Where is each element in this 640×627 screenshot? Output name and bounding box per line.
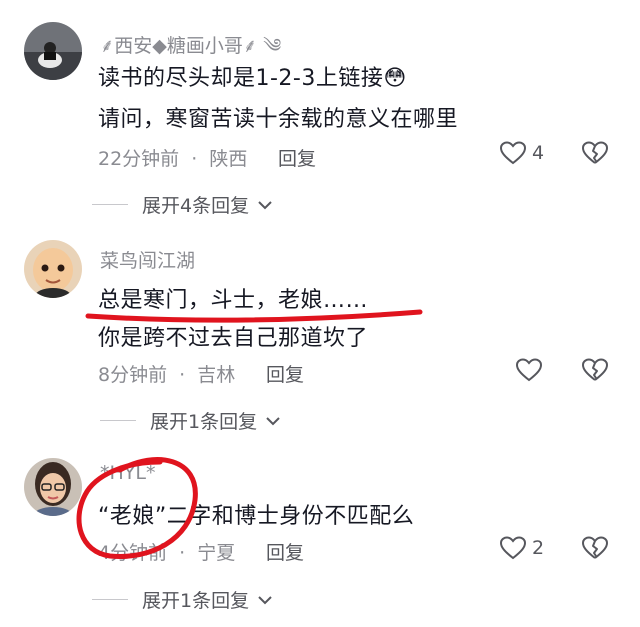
- comment-meta: 4分钟前 · 宁夏: [98, 538, 235, 565]
- chevron-down-icon: [258, 595, 272, 604]
- avatar[interactable]: [24, 458, 82, 516]
- comment-text-line-1: “老娘”二字和博士身份不匹配么: [98, 504, 415, 529]
- like-count: 2: [532, 537, 545, 559]
- comment-location: 宁夏: [197, 542, 236, 564]
- expand-replies-button[interactable]: 展开1条回复: [92, 586, 273, 613]
- comment-3: *HYL* “老娘”二字和博士身份不匹配么 4分钟前 · 宁夏 回复 2 展开1…: [0, 0, 640, 627]
- comment-time: 4分钟前: [98, 542, 168, 564]
- meta-separator: ·: [179, 542, 186, 564]
- comment-username[interactable]: *HYL*: [100, 462, 155, 484]
- heart-outline-icon: [500, 536, 526, 560]
- broken-heart-icon: [582, 536, 608, 559]
- like-button[interactable]: 2: [500, 536, 544, 560]
- expand-replies-label: 展开1条回复: [142, 590, 250, 612]
- divider-line: [92, 599, 128, 600]
- reply-button[interactable]: 回复: [266, 538, 304, 565]
- dislike-button[interactable]: [582, 536, 608, 564]
